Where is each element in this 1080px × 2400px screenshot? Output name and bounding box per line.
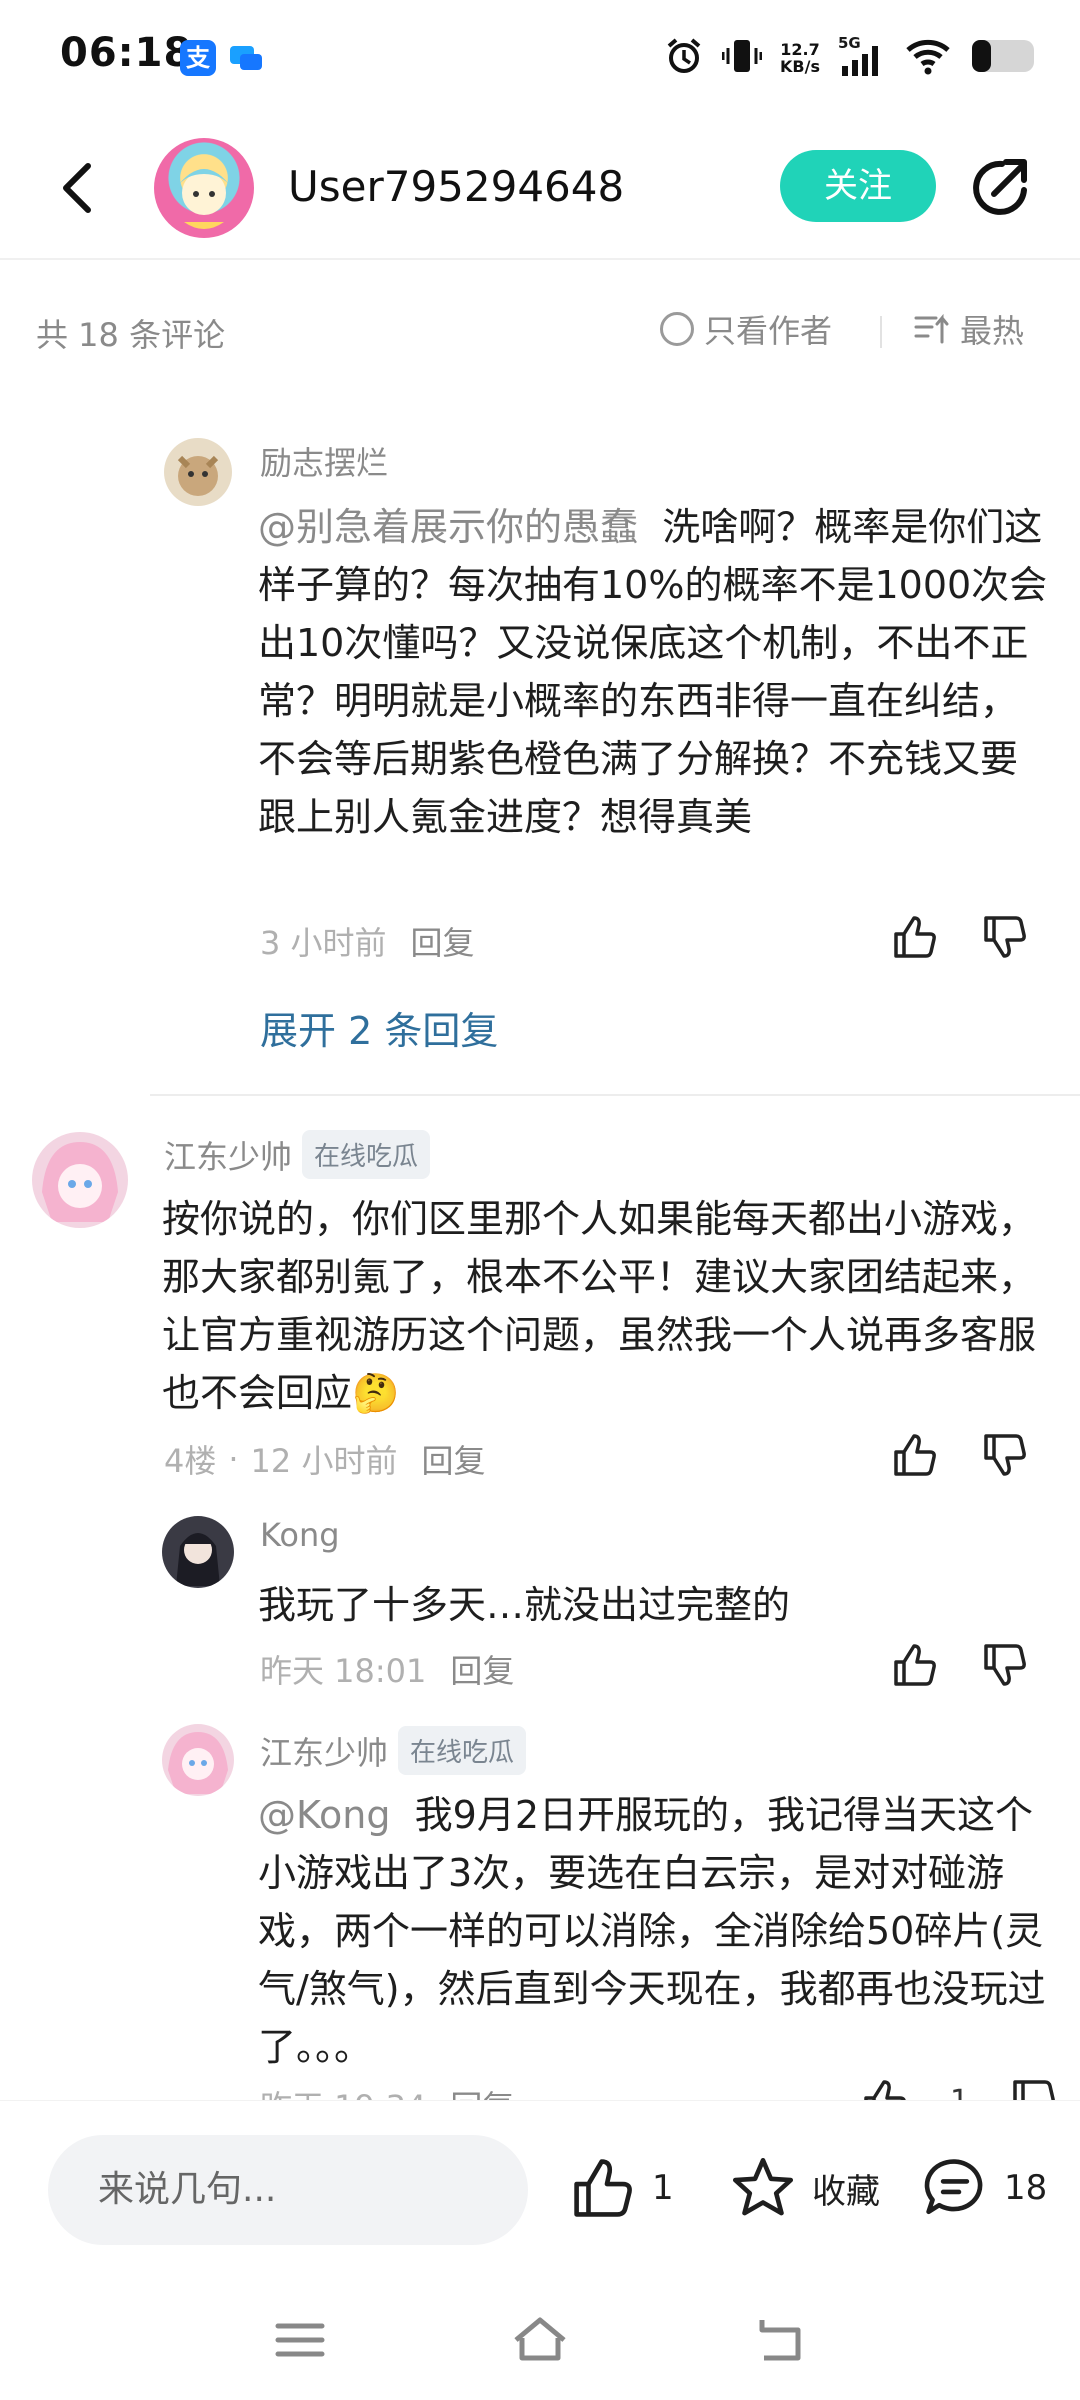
mention-link[interactable]: @别急着展示你的愚蠢 bbox=[258, 505, 638, 549]
favorite-button[interactable]: 收藏 bbox=[730, 2155, 880, 2221]
back-button[interactable] bbox=[50, 158, 110, 218]
signal-icon: 5G bbox=[838, 34, 886, 78]
thumbs-down-icon[interactable] bbox=[1009, 2076, 1059, 2100]
comment-time: 12 小时前 bbox=[250, 1442, 398, 1480]
favorite-label: 收藏 bbox=[812, 2171, 880, 2212]
header: User795294648 关注 bbox=[0, 118, 1080, 260]
back-nav-button[interactable] bbox=[748, 2308, 812, 2372]
message-icon bbox=[228, 40, 264, 76]
comment-text: 我玩了十多天…就没出过完整的 bbox=[258, 1583, 791, 1627]
comment-username[interactable]: 江东少帅 在线吃瓜 bbox=[164, 1130, 431, 1179]
sort-icon bbox=[914, 313, 949, 344]
bottom-action-bar: 来说几句... 1 收藏 18 bbox=[0, 2100, 1080, 2280]
thumbs-up-icon[interactable] bbox=[890, 1430, 940, 1480]
wifi-icon bbox=[904, 36, 952, 80]
comment-meta: 昨天 19:34 回复 bbox=[260, 2082, 514, 2100]
comment-meta: 3 小时前 回复 bbox=[260, 918, 475, 964]
back-nav-icon bbox=[759, 2320, 801, 2361]
network-speed: 12.7 KB/s bbox=[780, 40, 820, 76]
comment-meta: 4楼 · 12 小时前 回复 bbox=[164, 1436, 485, 1482]
avatar[interactable] bbox=[32, 1132, 128, 1228]
comment-username[interactable]: 江东少帅 在线吃瓜 bbox=[260, 1726, 527, 1775]
comment-count-label: 共 18 条评论 bbox=[36, 316, 226, 354]
comment-time: 3 小时前 bbox=[260, 924, 387, 962]
sort-label: 最热 bbox=[960, 312, 1025, 350]
user-badge: 在线吃瓜 bbox=[398, 1726, 527, 1775]
thumbs-up-icon[interactable] bbox=[890, 1640, 940, 1690]
like-count: 1 bbox=[950, 2084, 969, 2101]
like-button[interactable]: 1 bbox=[570, 2155, 674, 2221]
comment-time: 昨天 19:34 bbox=[260, 2082, 426, 2100]
user-badge: 在线吃瓜 bbox=[302, 1130, 431, 1179]
comment-input[interactable]: 来说几句... bbox=[48, 2135, 528, 2245]
star-icon bbox=[732, 2157, 794, 2216]
home-nav-button[interactable] bbox=[508, 2308, 572, 2372]
thinking-emoji: 🤔 bbox=[352, 1371, 400, 1415]
status-time: 06:18 bbox=[60, 30, 193, 76]
home-icon bbox=[514, 2317, 566, 2361]
comment-actions: 1 bbox=[860, 2076, 1059, 2100]
avatar[interactable] bbox=[162, 1516, 234, 1588]
comment-list[interactable]: 励志摆烂 @别急着展示你的愚蠢 洗啥啊？概率是你们这样子算的？每次抽有10%的概… bbox=[0, 392, 1080, 2100]
battery-icon bbox=[970, 36, 1040, 80]
like-count: 1 bbox=[652, 2168, 674, 2208]
thumbs-up-icon[interactable] bbox=[890, 912, 940, 962]
status-indicators: 12.7 KB/s 5G bbox=[664, 34, 1040, 82]
thumbs-up-icon[interactable] bbox=[860, 2076, 910, 2100]
comment-time: 昨天 18:01 bbox=[260, 1652, 427, 1690]
share-icon bbox=[973, 159, 1027, 215]
menu-nav-button[interactable] bbox=[268, 2308, 332, 2372]
comment-username[interactable]: 励志摆烂 bbox=[260, 438, 388, 484]
menu-icon bbox=[275, 2323, 325, 2357]
author-only-label: 只看作者 bbox=[704, 312, 833, 350]
author-avatar[interactable] bbox=[154, 138, 254, 238]
reply-button[interactable]: 回复 bbox=[450, 2082, 514, 2100]
comment-actions bbox=[890, 1640, 1030, 1690]
avatar[interactable] bbox=[164, 438, 232, 506]
comment-meta: 昨天 18:01 回复 bbox=[260, 1646, 514, 1692]
toolbar-divider bbox=[880, 316, 882, 348]
author-only-toggle[interactable]: 只看作者 bbox=[660, 306, 832, 352]
thumbs-down-icon[interactable] bbox=[980, 1640, 1030, 1690]
comment-count: 18 bbox=[1004, 2168, 1048, 2208]
system-nav-bar bbox=[0, 2280, 1080, 2400]
back-icon bbox=[63, 163, 91, 213]
meta-separator: · bbox=[228, 1440, 239, 1478]
radio-icon bbox=[660, 312, 694, 346]
comments-button[interactable]: 18 bbox=[922, 2155, 1047, 2221]
share-button[interactable] bbox=[966, 152, 1036, 222]
reply-button[interactable]: 回复 bbox=[421, 1436, 485, 1482]
reply-button[interactable]: 回复 bbox=[450, 1646, 514, 1692]
thumbs-down-icon[interactable] bbox=[980, 1430, 1030, 1480]
comment-actions bbox=[890, 912, 1030, 962]
alarm-icon bbox=[664, 36, 704, 80]
comment-text: @Kong 我9月2日开服玩的，我记得当天这个小游戏出了3次，要选在白云宗，是对… bbox=[258, 1793, 1046, 2069]
thumbs-down-icon[interactable] bbox=[980, 912, 1030, 962]
vibrate-icon bbox=[721, 36, 763, 80]
comment-actions bbox=[890, 1430, 1030, 1480]
floor-number: 4楼 bbox=[164, 1442, 217, 1480]
comment-text: 按你说的，你们区里那个人如果能每天都出小游戏，那大家都别氪了，根本不公平！建议大… bbox=[162, 1197, 1037, 1415]
reply-button[interactable]: 回复 bbox=[411, 918, 475, 964]
sort-button[interactable]: 最热 bbox=[914, 306, 1024, 352]
comment-text: @别急着展示你的愚蠢 洗啥啊？概率是你们这样子算的？每次抽有10%的概率不是10… bbox=[258, 505, 1048, 839]
mention-link[interactable]: @Kong bbox=[258, 1793, 390, 1837]
comment-bubble-icon bbox=[924, 2159, 983, 2215]
comment-divider bbox=[150, 1094, 1080, 1096]
status-bar: 06:18 支 12.7 KB/s 5G bbox=[0, 0, 1080, 118]
alipay-icon: 支 bbox=[180, 40, 216, 76]
thumbs-up-icon bbox=[574, 2159, 632, 2217]
author-username[interactable]: User795294648 bbox=[288, 162, 624, 211]
comment-username[interactable]: Kong bbox=[260, 1516, 340, 1554]
expand-replies-button[interactable]: 展开 2 条回复 bbox=[260, 1000, 498, 1055]
follow-button[interactable]: 关注 bbox=[780, 150, 936, 222]
avatar[interactable] bbox=[162, 1724, 234, 1796]
comments-toolbar: 共 18 条评论 只看作者 最热 bbox=[0, 262, 1080, 392]
